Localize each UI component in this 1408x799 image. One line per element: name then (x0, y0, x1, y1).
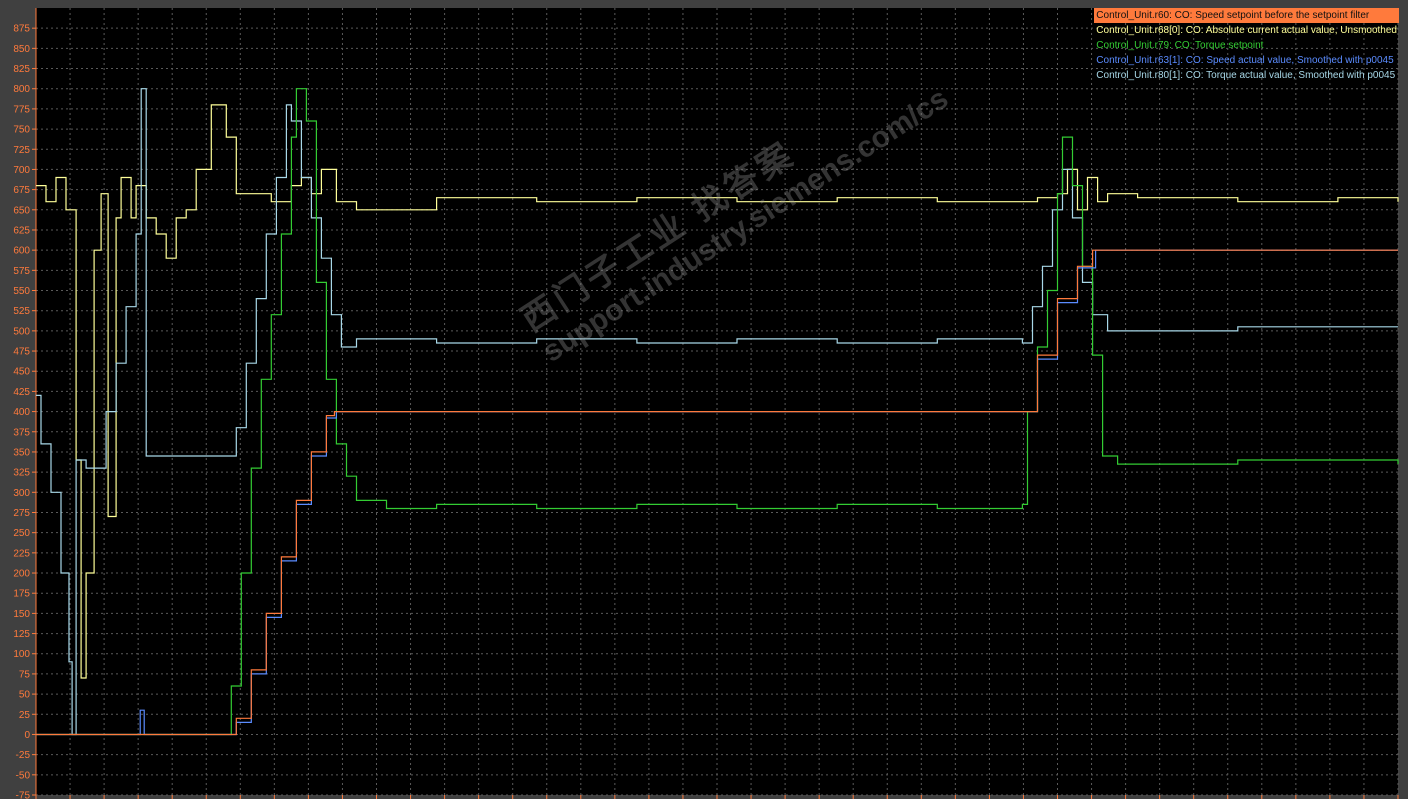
y-tick-label: -75 (16, 791, 31, 799)
legend-item-r79[interactable]: Control_Unit.r79: CO: Torque setpoint (1094, 38, 1399, 53)
y-tick-label: 625 (13, 225, 30, 236)
y-tick-label: 200 (13, 569, 30, 580)
y-tick-label: 800 (13, 84, 30, 95)
y-tick-label: 175 (13, 589, 30, 600)
y-tick-label: 500 (13, 326, 30, 337)
chart-svg[interactable]: -75 -50 -25 0 25 50 75 100 125 150 175 200 225 250 275… (0, 0, 1408, 799)
plot-area[interactable] (36, 8, 1398, 795)
y-tick-label: -50 (16, 770, 31, 781)
y-tick-label: 725 (13, 145, 30, 156)
y-tick-label: 100 (13, 649, 30, 660)
y-tick-label: 300 (13, 488, 30, 499)
y-tick-label: 675 (13, 185, 30, 196)
y-tick-label: 275 (13, 508, 30, 519)
y-tick-label: 75 (19, 669, 31, 680)
y-tick-label: 225 (13, 548, 30, 559)
y-tick-label: -25 (16, 750, 31, 761)
legend-item-r68[interactable]: Control_Unit.r68[0]: CO: Absolute curren… (1094, 23, 1399, 38)
y-tick-label: 825 (13, 64, 30, 75)
y-tick-label: 0 (24, 730, 30, 741)
y-tick-label: 250 (13, 528, 30, 539)
y-tick-label: 775 (13, 104, 30, 115)
y-tick-label: 425 (13, 387, 30, 398)
y-tick-label: 400 (13, 407, 30, 418)
y-tick-label: 600 (13, 246, 30, 257)
y-tick-label: 850 (13, 44, 30, 55)
y-tick-label: 525 (13, 306, 30, 317)
legend-item-r60[interactable]: Control_Unit.r60: CO: Speed setpoint bef… (1094, 8, 1399, 23)
y-tick-label: 25 (19, 710, 31, 721)
y-tick-label: 350 (13, 447, 30, 458)
y-tick-label: 575 (13, 266, 30, 277)
y-tick-label: 475 (13, 347, 30, 358)
y-tick-label: 325 (13, 468, 30, 479)
legend-item-r80[interactable]: Control_Unit.r80[1]: CO: Torque actual v… (1094, 68, 1399, 83)
y-tick-label: 750 (13, 125, 30, 136)
y-tick-label: 650 (13, 205, 30, 216)
y-tick-label: 150 (13, 609, 30, 620)
y-tick-label: 875 (13, 24, 30, 35)
y-tick-label: 450 (13, 367, 30, 378)
legend-item-r63[interactable]: Control_Unit.r63[1]: CO: Speed actual va… (1094, 53, 1399, 68)
y-tick-label: 125 (13, 629, 30, 640)
y-tick-label: 375 (13, 427, 30, 438)
y-tick-label: 700 (13, 165, 30, 176)
y-tick-label: 550 (13, 286, 30, 297)
legend[interactable]: Control_Unit.r60: CO: Speed setpoint bef… (1094, 8, 1399, 83)
y-tick-label: 50 (19, 690, 31, 701)
